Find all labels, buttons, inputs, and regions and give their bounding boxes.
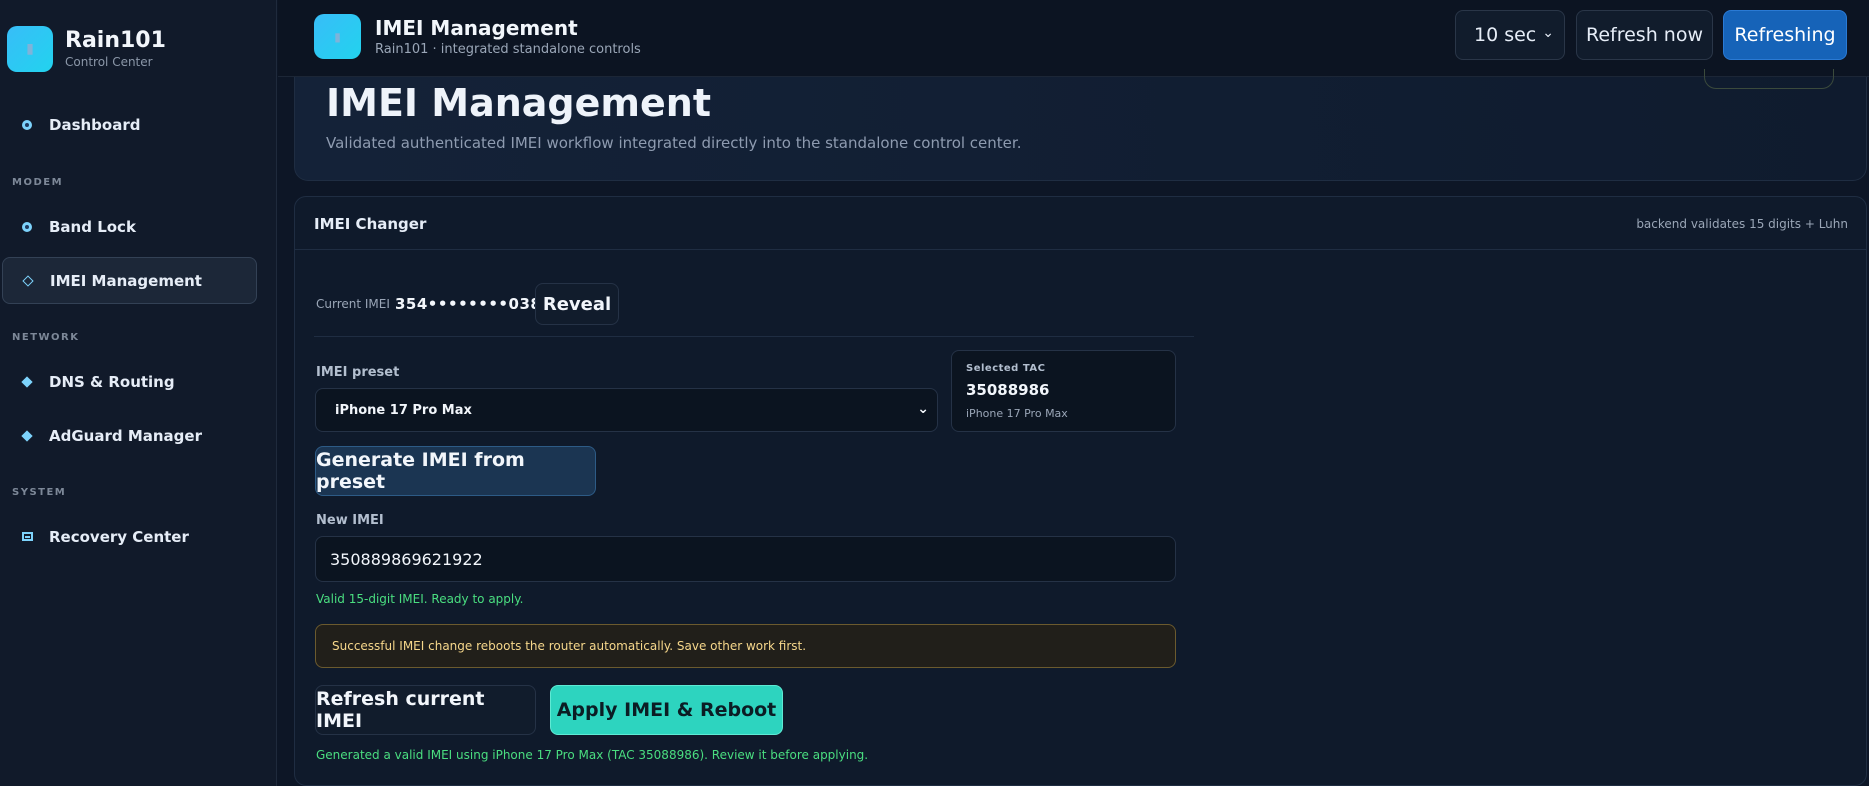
selected-tac-box: Selected TAC 35088986 iPhone 17 Pro Max: [951, 350, 1176, 432]
preset-value: iPhone 17 Pro Max: [335, 402, 472, 418]
topbar: ▮ IMEI Management Rain101 · integrated s…: [278, 0, 1869, 77]
diamond-outline-icon: [22, 274, 34, 287]
refresh-interval-select[interactable]: 10 sec ⌄: [1455, 10, 1565, 60]
hero-panel: IMEI Management Validated authenticated …: [294, 69, 1867, 181]
preset-label: IMEI preset: [316, 365, 400, 380]
page-subtitle: Rain101 · integrated standalone controls: [375, 42, 641, 57]
section-label-system: SYSTEM: [12, 487, 67, 498]
refresh-interval-value: 10 sec: [1474, 24, 1537, 46]
sidebar-item-band-lock[interactable]: Band Lock: [2, 203, 257, 250]
validation-message: Valid 15-digit IMEI. Ready to apply.: [316, 592, 524, 606]
refresh-current-imei-button[interactable]: Refresh current IMEI: [315, 685, 536, 735]
diamond-icon: [21, 429, 33, 442]
sidebar-item-label: DNS & Routing: [49, 372, 175, 391]
hero-action-button[interactable]: [1704, 69, 1834, 89]
section-label-modem: MODEM: [12, 177, 64, 188]
sidebar-item-label: Dashboard: [49, 115, 141, 134]
diamond-icon: [21, 375, 33, 388]
apply-imei-reboot-button[interactable]: Apply IMEI & Reboot: [550, 685, 783, 735]
divider: [314, 336, 1194, 337]
reveal-button[interactable]: Reveal: [535, 283, 619, 325]
sidebar-item-dns-routing[interactable]: DNS & Routing: [2, 358, 257, 405]
brand: ▮ Rain101 Control Center: [7, 26, 166, 72]
eye-icon: [21, 119, 33, 131]
current-imei-value: 354••••••••0383: [395, 295, 553, 313]
new-imei-label: New IMEI: [316, 513, 384, 528]
square-icon: [21, 531, 33, 543]
hero-title: IMEI Management: [326, 81, 711, 125]
reboot-warning: Successful IMEI change reboots the route…: [315, 624, 1176, 668]
chevron-down-icon: ⌄: [917, 401, 929, 417]
sidebar-item-label: Recovery Center: [49, 527, 189, 546]
hero-description: Validated authenticated IMEI workflow in…: [326, 134, 1022, 152]
brand-subtitle: Control Center: [65, 55, 153, 69]
section-label-network: NETWORK: [12, 332, 80, 343]
sidebar-item-label: AdGuard Manager: [49, 426, 202, 445]
auto-refresh-toggle-button[interactable]: Refreshing: [1723, 10, 1847, 60]
sidebar-item-adguard-manager[interactable]: AdGuard Manager: [2, 412, 257, 459]
validation-note: backend validates 15 digits + Luhn: [1636, 217, 1848, 231]
generate-imei-button[interactable]: Generate IMEI from preset: [315, 446, 596, 496]
current-imei-label: Current IMEI: [316, 297, 390, 311]
imei-changer-card: IMEI Changer backend validates 15 digits…: [294, 196, 1867, 786]
page-title: IMEI Management: [375, 16, 578, 40]
card-title: IMEI Changer: [314, 215, 427, 233]
sidebar-item-label: IMEI Management: [50, 271, 202, 290]
tac-label: Selected TAC: [966, 363, 1046, 374]
tac-value: 35088986: [966, 381, 1050, 399]
generation-status-message: Generated a valid IMEI using iPhone 17 P…: [316, 748, 869, 762]
app-logo-icon: ▮: [314, 14, 361, 59]
sidebar-item-label: Band Lock: [49, 217, 136, 236]
tac-model: iPhone 17 Pro Max: [966, 407, 1068, 420]
brand-title: Rain101: [65, 28, 166, 53]
brand-logo-icon: ▮: [7, 26, 53, 72]
imei-preset-select[interactable]: iPhone 17 Pro Max ⌄: [315, 388, 938, 432]
sidebar-item-recovery-center[interactable]: Recovery Center: [2, 513, 257, 560]
sidebar: ▮ Rain101 Control Center Dashboard MODEM…: [0, 0, 277, 786]
sidebar-item-imei-management[interactable]: IMEI Management: [2, 257, 257, 304]
sidebar-item-dashboard[interactable]: Dashboard: [2, 101, 257, 148]
chevron-down-icon: ⌄: [1542, 25, 1554, 41]
eye-icon: [21, 221, 33, 233]
card-header: IMEI Changer backend validates 15 digits…: [295, 197, 1866, 250]
refresh-now-button[interactable]: Refresh now: [1576, 10, 1713, 60]
new-imei-input[interactable]: 350889869621922: [315, 536, 1176, 582]
